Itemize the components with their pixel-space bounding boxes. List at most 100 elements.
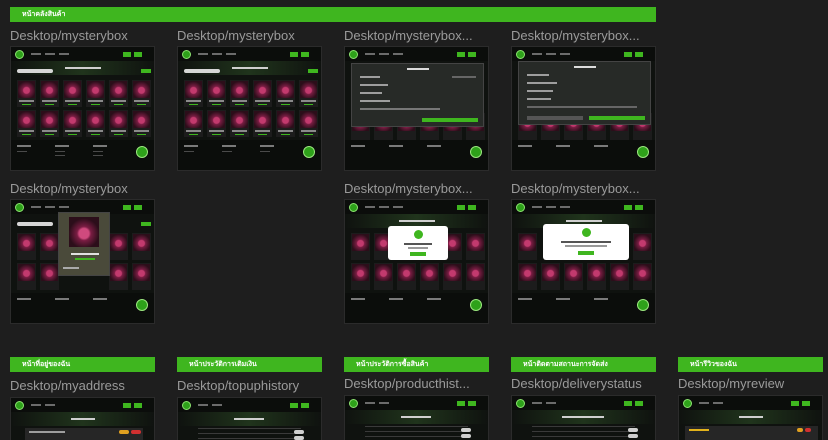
frame-title[interactable]: Desktop/mysterybox... [511, 28, 659, 44]
xbox-logo-icon [182, 50, 191, 59]
product-tile [276, 80, 295, 107]
success-popup [388, 226, 448, 260]
nav-button [290, 52, 298, 57]
product-detail-popup [58, 212, 110, 276]
search-input [184, 69, 220, 73]
frame-topuphistory[interactable] [177, 397, 322, 440]
order-summary-dialog [518, 61, 651, 125]
xbox-logo-icon [303, 146, 315, 158]
frame-myaddress[interactable] [10, 397, 155, 440]
frame-title[interactable]: Desktop/mysterybox... [511, 181, 659, 197]
xbox-logo-icon [15, 203, 24, 212]
frame-mysterybox-7[interactable] [511, 199, 656, 324]
frame-deliverystatus[interactable] [511, 395, 656, 440]
product-tile [207, 110, 226, 137]
footer [345, 293, 488, 323]
nav-link [31, 53, 41, 55]
product-tile [184, 110, 203, 137]
address-form-dialog [351, 63, 484, 127]
nav-button [301, 52, 309, 57]
search-button [308, 69, 318, 73]
footer [11, 140, 154, 170]
success-popup [543, 224, 629, 260]
xbox-logo-icon [136, 146, 148, 158]
product-tile [132, 110, 151, 137]
product-tile [109, 110, 128, 137]
product-tile [207, 80, 226, 107]
frame-mysterybox-6[interactable] [344, 199, 489, 324]
footer [178, 140, 321, 170]
xbox-logo-icon [349, 50, 358, 59]
xbox-logo-icon [637, 299, 649, 311]
navbar [11, 47, 154, 61]
frame-producthistory[interactable] [344, 395, 489, 440]
navbar [178, 47, 321, 61]
confirm-button [589, 116, 645, 120]
section-bar-delivery: หน้าติดตามสถานะการจัดส่ง [511, 357, 656, 372]
nav-link [226, 53, 236, 55]
footer [512, 293, 655, 323]
footer [512, 140, 655, 170]
frame-title[interactable]: Desktop/producthist... [344, 376, 492, 392]
xbox-logo-icon [136, 299, 148, 311]
footer [345, 140, 488, 170]
frame-title[interactable]: Desktop/mysterybox [10, 181, 158, 197]
xbox-logo-icon [516, 399, 525, 408]
nav-button [134, 52, 142, 57]
product-tile [17, 80, 36, 107]
section-bar-myaddress: หน้าที่อยู่ของฉัน [10, 357, 155, 372]
product-tile [230, 110, 249, 137]
product-tile [299, 110, 318, 137]
search-input [17, 69, 53, 73]
product-tile [184, 80, 203, 107]
xbox-logo-icon [15, 50, 24, 59]
frame-mysterybox-3[interactable] [344, 46, 489, 171]
nav-link [198, 53, 208, 55]
frame-title[interactable]: Desktop/topuphistory [177, 378, 325, 394]
frame-mysterybox-1[interactable] [10, 46, 155, 171]
nav-link [59, 53, 69, 55]
product-tile [86, 110, 105, 137]
frame-mysterybox-5[interactable] [10, 199, 155, 324]
frame-title[interactable]: Desktop/myaddress [10, 378, 158, 394]
frame-mysterybox-4[interactable] [511, 46, 656, 171]
product-tile [40, 80, 59, 107]
product-tile [253, 80, 272, 107]
xbox-logo-icon [182, 401, 191, 410]
product-tile [276, 110, 295, 137]
product-tile [17, 110, 36, 137]
check-circle-icon [413, 230, 423, 239]
xbox-logo-icon [349, 203, 358, 212]
footer [11, 293, 154, 323]
xbox-logo-icon [470, 299, 482, 311]
product-tile [253, 110, 272, 137]
section-bar-product-history: หน้าประวัติการซื้อสินค้า [344, 357, 489, 372]
product-tile [63, 110, 82, 137]
navbar [345, 200, 488, 214]
navbar [512, 200, 655, 214]
section-bar-warehouse: หน้าคลังสินค้า [10, 7, 656, 22]
frame-title[interactable]: Desktop/mysterybox... [344, 28, 492, 44]
product-tile [63, 80, 82, 107]
xbox-logo-icon [15, 401, 24, 410]
confirm-button [422, 118, 478, 122]
frame-title[interactable]: Desktop/mysterybox [177, 28, 325, 44]
product-tile [40, 110, 59, 137]
product-tile [230, 80, 249, 107]
check-circle-icon [581, 228, 591, 237]
xbox-logo-icon [683, 399, 692, 408]
frame-title[interactable]: Desktop/deliverystatus [511, 376, 659, 392]
nav-link [45, 53, 55, 55]
nav-link [212, 53, 222, 55]
frame-title[interactable]: Desktop/myreview [678, 376, 826, 392]
frame-title[interactable]: Desktop/mysterybox [10, 28, 158, 44]
xbox-logo-icon [516, 203, 525, 212]
xbox-logo-icon [470, 146, 482, 158]
xbox-logo-icon [349, 399, 358, 408]
frame-mysterybox-2[interactable] [177, 46, 322, 171]
product-tile [86, 80, 105, 107]
product-tile [132, 80, 151, 107]
navbar [345, 47, 488, 61]
frame-title[interactable]: Desktop/mysterybox... [344, 181, 492, 197]
frame-myreview[interactable] [678, 395, 823, 440]
